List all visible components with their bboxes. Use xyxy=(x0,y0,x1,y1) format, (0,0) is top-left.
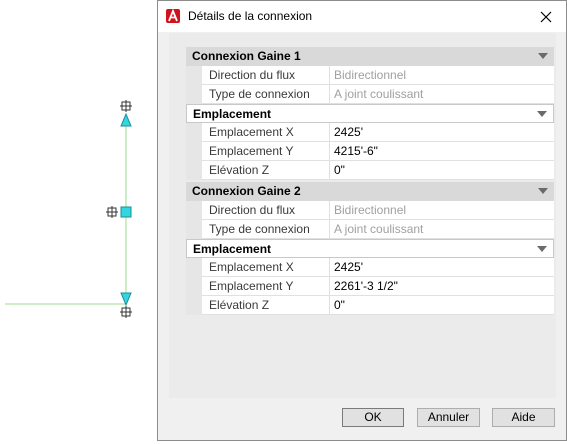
collapse-arrow-icon[interactable] xyxy=(537,111,547,117)
property-name: Emplacement Y xyxy=(202,142,330,161)
property-name: Direction du flux xyxy=(202,66,330,85)
close-button[interactable] xyxy=(526,1,566,32)
bottom-connector-grip[interactable] xyxy=(120,292,132,318)
property-value[interactable]: 2425' xyxy=(330,258,554,277)
title-bar: Détails de la connexion xyxy=(158,1,566,32)
property-value: Bidirectionnel xyxy=(330,66,554,85)
property-row: Emplacement Y 2261'-3 1/2" xyxy=(186,277,554,296)
property-name: Elévation Z xyxy=(202,296,330,315)
property-name: Type de connexion xyxy=(202,220,330,239)
autocad-logo-icon xyxy=(166,9,180,23)
ok-button[interactable]: OK xyxy=(342,408,404,427)
subsection-emplacement-1[interactable]: Emplacement xyxy=(186,104,554,123)
cancel-button[interactable]: Annuler xyxy=(417,408,480,427)
property-name: Type de connexion xyxy=(202,85,330,104)
property-value: A joint coulissant xyxy=(330,85,554,104)
collapse-arrow-icon[interactable] xyxy=(538,53,548,59)
dialog-title: Détails de la connexion xyxy=(188,9,313,23)
property-value[interactable]: 0" xyxy=(330,296,554,315)
middle-grip[interactable] xyxy=(106,206,132,218)
section-connexion-gaine-1[interactable]: Connexion Gaine 1 xyxy=(186,47,554,66)
duct-drawing xyxy=(5,100,132,318)
property-row: Emplacement X 2425' xyxy=(186,123,554,142)
property-name: Emplacement Y xyxy=(202,277,330,296)
subsection-label: Emplacement xyxy=(193,107,272,121)
property-name: Direction du flux xyxy=(202,201,330,220)
property-row: Type de connexion A joint coulissant xyxy=(186,85,554,104)
property-value[interactable]: 4215'-6" xyxy=(330,142,554,161)
section-label: Connexion Gaine 2 xyxy=(192,184,301,198)
subsection-emplacement-2[interactable]: Emplacement xyxy=(186,239,554,258)
section-connexion-gaine-2[interactable]: Connexion Gaine 2 xyxy=(186,182,554,201)
property-row: Emplacement X 2425' xyxy=(186,258,554,277)
property-value: A joint coulissant xyxy=(330,220,554,239)
property-row: Type de connexion A joint coulissant xyxy=(186,220,554,239)
property-name: Emplacement X xyxy=(202,258,330,277)
properties-grid: Connexion Gaine 1 Direction du flux Bidi… xyxy=(186,47,554,315)
property-value[interactable]: 2261'-3 1/2" xyxy=(330,277,554,296)
collapse-arrow-icon[interactable] xyxy=(537,246,547,252)
property-row: Elévation Z 0" xyxy=(186,296,554,315)
property-value[interactable]: 2425' xyxy=(330,123,554,142)
property-value[interactable]: 0" xyxy=(330,161,554,180)
close-icon xyxy=(540,11,552,22)
property-row: Elévation Z 0" xyxy=(186,161,554,180)
property-name: Elévation Z xyxy=(202,161,330,180)
property-row: Direction du flux Bidirectionnel xyxy=(186,66,554,85)
subsection-label: Emplacement xyxy=(193,242,272,256)
drawing-canvas[interactable] xyxy=(0,0,157,441)
section-label: Connexion Gaine 1 xyxy=(192,49,301,63)
property-row: Direction du flux Bidirectionnel xyxy=(186,201,554,220)
help-button[interactable]: Aide xyxy=(492,408,555,427)
property-value: Bidirectionnel xyxy=(330,201,554,220)
property-row: Emplacement Y 4215'-6" xyxy=(186,142,554,161)
connection-details-dialog: Détails de la connexion Connexion Gaine … xyxy=(157,0,567,441)
property-name: Emplacement X xyxy=(202,123,330,142)
collapse-arrow-icon[interactable] xyxy=(538,188,548,194)
top-connector-grip[interactable] xyxy=(120,100,132,127)
